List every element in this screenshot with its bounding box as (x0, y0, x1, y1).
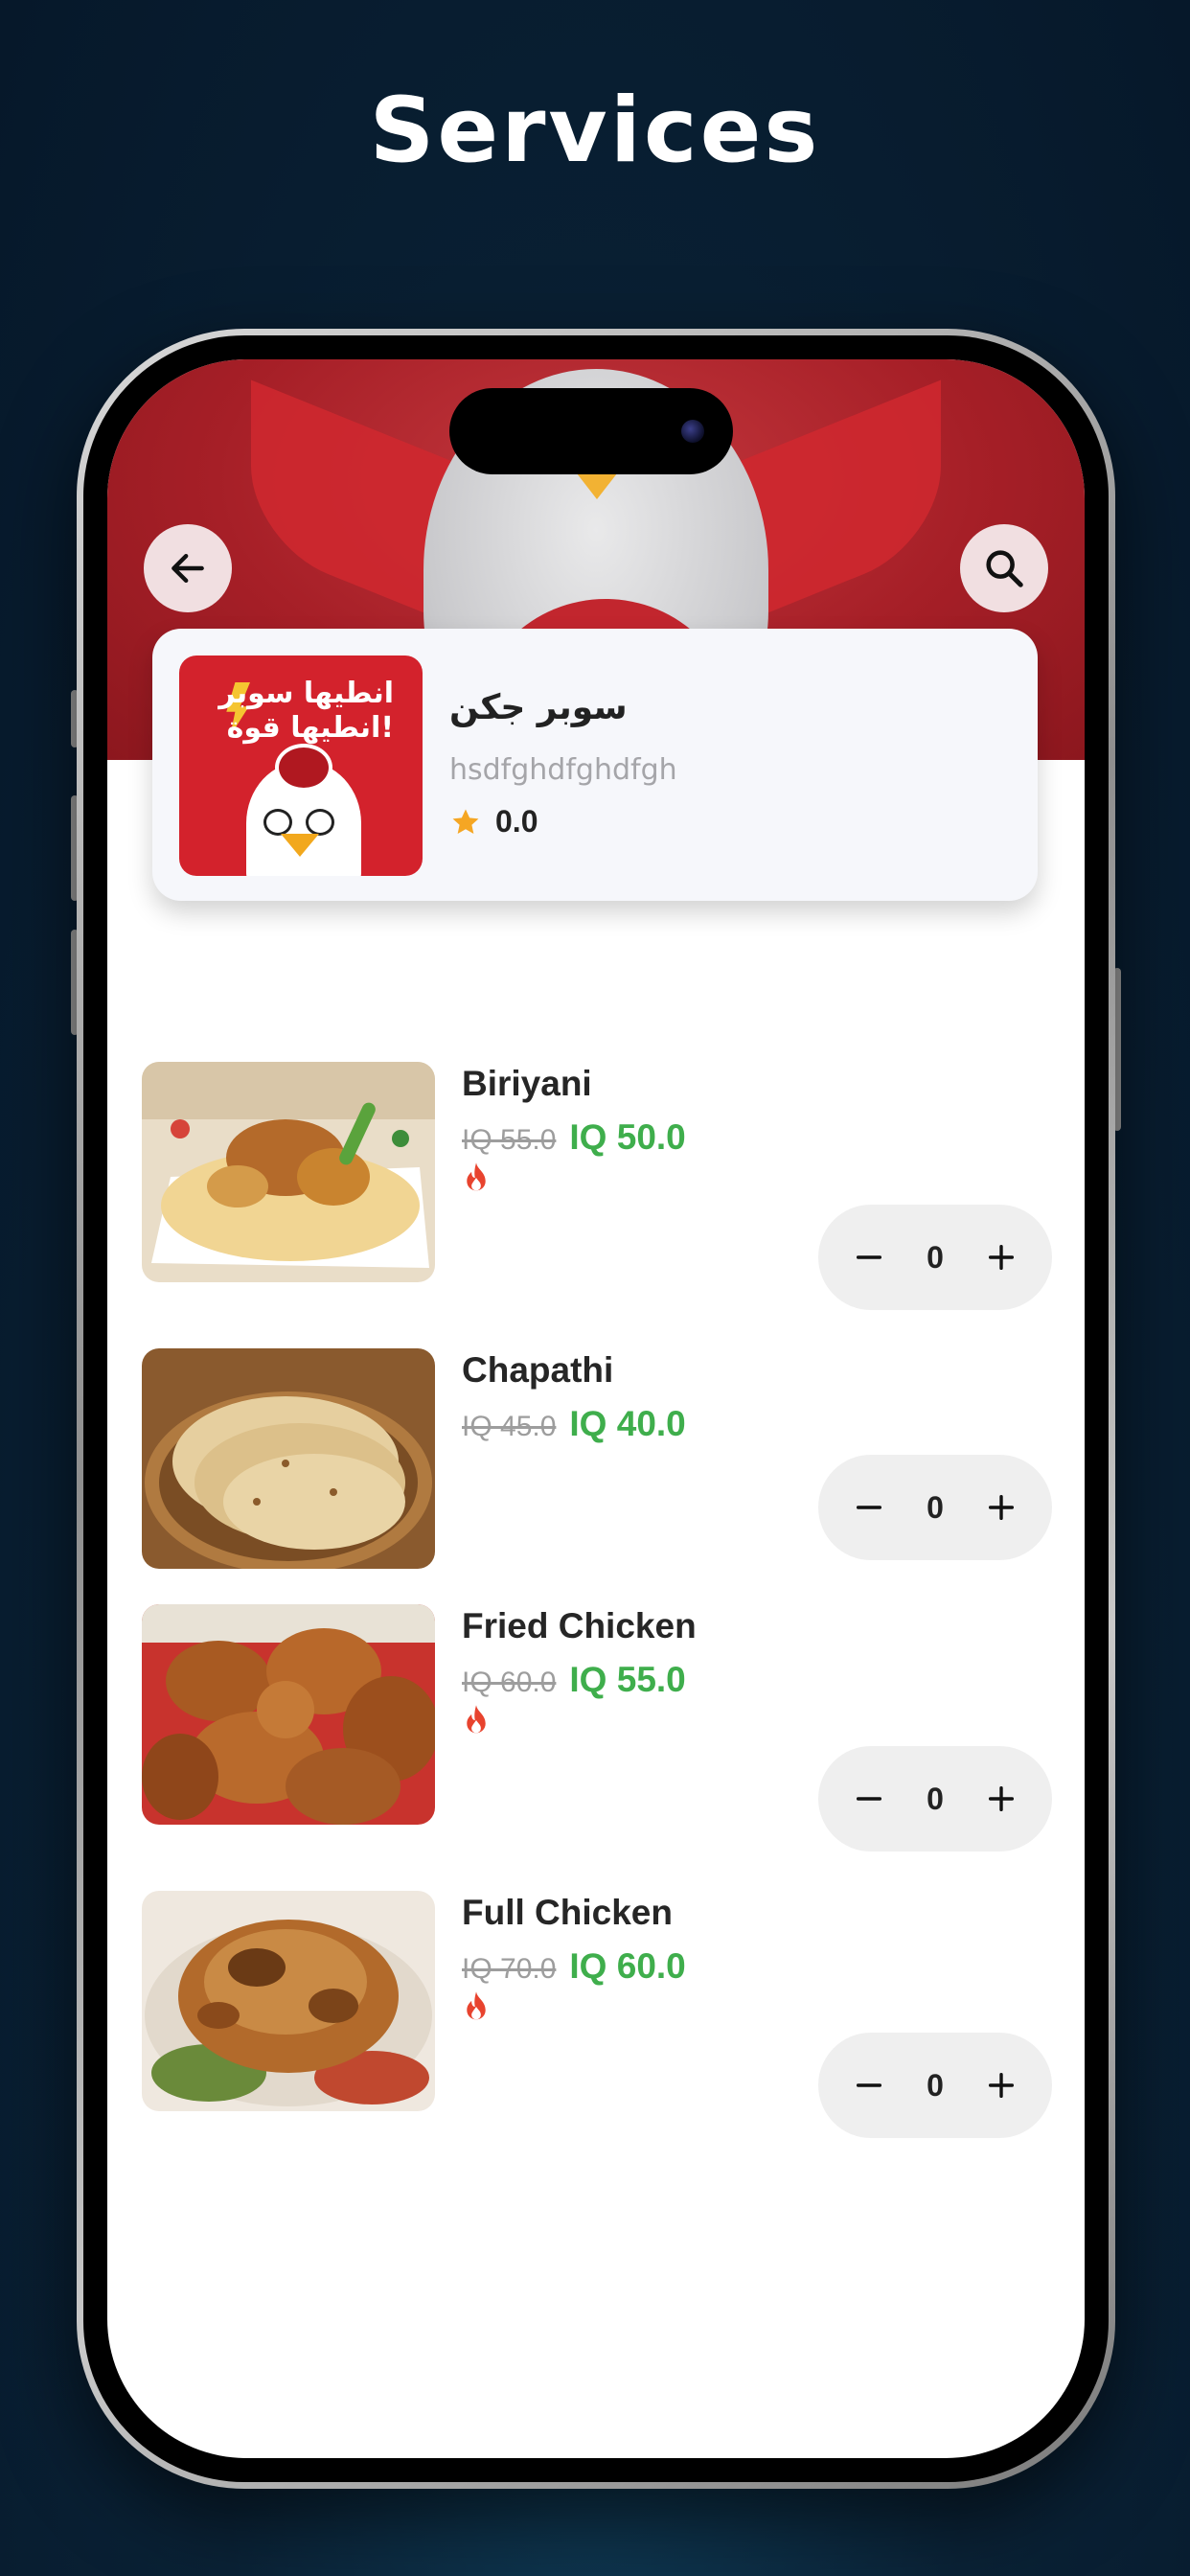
quantity-stepper[interactable]: 0 (818, 2033, 1052, 2138)
item-old-price: IQ 70.0 (462, 1953, 557, 1985)
quantity-value: 0 (927, 1239, 944, 1275)
item-name: Full Chicken (462, 1893, 673, 1932)
back-button[interactable] (144, 524, 232, 612)
quantity-value: 0 (927, 1489, 944, 1525)
menu-item[interactable]: Full Chicken IQ 70.0 IQ 60.0 0 (142, 1891, 1052, 2138)
restaurant-name: سوبر جكن (449, 688, 628, 727)
increment-button[interactable] (979, 1777, 1023, 1821)
chapathi-image (142, 1348, 435, 1569)
minus-icon (856, 1506, 882, 1509)
increment-button[interactable] (979, 2063, 1023, 2107)
menu-item[interactable]: Biriyani IQ 55.0 IQ 50.0 0 (142, 1062, 1052, 1310)
restaurant-description: hsdfghdfghdfgh (449, 753, 677, 787)
minus-icon (856, 1797, 882, 1801)
item-new-price: IQ 40.0 (569, 1404, 686, 1443)
increment-button[interactable] (979, 1485, 1023, 1530)
item-new-price: IQ 50.0 (569, 1117, 686, 1157)
minus-icon (856, 2083, 882, 2087)
quantity-stepper[interactable]: 0 (818, 1746, 1052, 1852)
decrement-button[interactable] (847, 2063, 891, 2107)
decrement-button[interactable] (847, 1485, 891, 1530)
plus-icon (988, 1244, 1015, 1271)
page-heading: Services (369, 79, 821, 183)
item-name: Biriyani (462, 1064, 592, 1103)
phone-frame: انطيها سوبر انطيها قوة! سوبر جكن hsdfghd… (77, 329, 1115, 2489)
decrement-button[interactable] (847, 1235, 891, 1279)
item-old-price: IQ 45.0 (462, 1411, 557, 1442)
fried-chicken-image (142, 1604, 435, 1825)
item-name: Fried Chicken (462, 1606, 697, 1645)
flame-icon (467, 1991, 486, 2020)
quantity-stepper[interactable]: 0 (818, 1455, 1052, 1560)
plus-icon (988, 1494, 1015, 1521)
plus-icon (988, 1785, 1015, 1812)
dynamic-island (449, 388, 733, 474)
menu-item[interactable]: Chapathi IQ 45.0 IQ 40.0 0 (142, 1348, 1052, 1571)
rating-value: 0.0 (495, 804, 538, 839)
item-new-price: IQ 55.0 (569, 1660, 686, 1699)
quantity-value: 0 (927, 1781, 944, 1816)
full-chicken-image (142, 1891, 435, 2111)
increment-button[interactable] (979, 1235, 1023, 1279)
restaurant-card[interactable]: انطيها سوبر انطيها قوة! سوبر جكن hsdfghd… (152, 629, 1038, 901)
decrement-button[interactable] (847, 1777, 891, 1821)
menu-item[interactable]: Fried Chicken IQ 60.0 IQ 55.0 0 (142, 1604, 1052, 1852)
arrow-left-icon (172, 553, 204, 584)
quantity-value: 0 (927, 2067, 944, 2103)
restaurant-logo: انطيها سوبر انطيها قوة! (179, 656, 423, 876)
biriyani-image (142, 1062, 435, 1282)
minus-icon (856, 1255, 882, 1259)
search-icon (986, 550, 1023, 587)
star-icon (452, 809, 479, 834)
logo-text-line1: انطيها سوبر (218, 677, 394, 710)
item-old-price: IQ 55.0 (462, 1124, 557, 1156)
plus-icon (988, 2072, 1015, 2099)
restaurant-rating: 0.0 (449, 804, 538, 840)
item-old-price: IQ 60.0 (462, 1667, 557, 1698)
item-new-price: IQ 60.0 (569, 1946, 686, 1986)
app-screen: انطيها سوبر انطيها قوة! سوبر جكن hsdfghd… (107, 359, 1085, 2458)
logo-text-line2: انطيها قوة! (226, 711, 394, 745)
search-button[interactable] (960, 524, 1048, 612)
flame-icon (467, 1705, 486, 1734)
quantity-stepper[interactable]: 0 (818, 1205, 1052, 1310)
item-name: Chapathi (462, 1350, 614, 1390)
flame-icon (467, 1162, 486, 1191)
